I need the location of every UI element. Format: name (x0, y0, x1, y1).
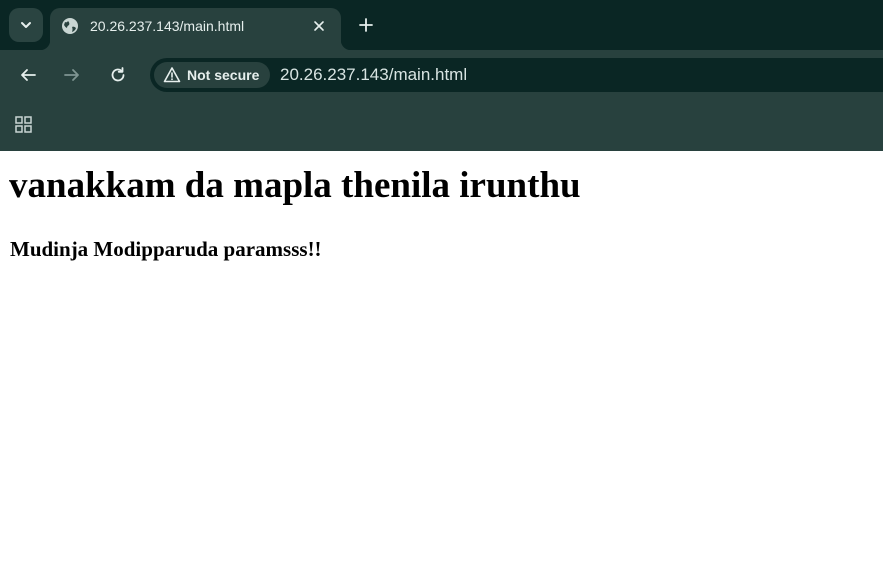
new-tab-button[interactable] (354, 13, 378, 37)
apps-button[interactable] (14, 115, 34, 135)
tab-search-button[interactable] (9, 8, 43, 42)
arrow-right-icon (64, 69, 79, 81)
reload-icon (111, 67, 125, 82)
close-icon[interactable] (309, 16, 329, 36)
back-button[interactable] (18, 65, 38, 85)
tab-title: 20.26.237.143/main.html (90, 18, 245, 34)
browser-toolbar: Not secure 20.26.237.143/main.html (0, 50, 883, 100)
security-chip[interactable]: Not secure (154, 62, 270, 88)
url-text[interactable]: 20.26.237.143/main.html (280, 66, 467, 84)
globe-icon (61, 17, 79, 35)
bookmarks-bar (0, 100, 883, 151)
apps-grid-icon (15, 116, 32, 133)
active-tab[interactable]: 20.26.237.143/main.html (40, 8, 351, 50)
tab-strip: 20.26.237.143/main.html (0, 0, 883, 50)
page-content: vanakkam da mapla thenila irunthu Mudinj… (0, 151, 883, 566)
arrow-left-icon (21, 69, 36, 81)
address-bar[interactable]: Not secure 20.26.237.143/main.html (150, 58, 883, 92)
page-subheading: Mudinja Modipparuda paramsss!! (10, 237, 322, 261)
page-heading: vanakkam da mapla thenila irunthu (9, 165, 581, 206)
chevron-down-icon (21, 22, 31, 28)
security-label: Not secure (187, 67, 260, 83)
reload-button[interactable] (108, 65, 128, 85)
warning-triangle-icon (163, 66, 181, 84)
plus-icon (359, 18, 373, 32)
forward-button[interactable] (62, 65, 82, 85)
